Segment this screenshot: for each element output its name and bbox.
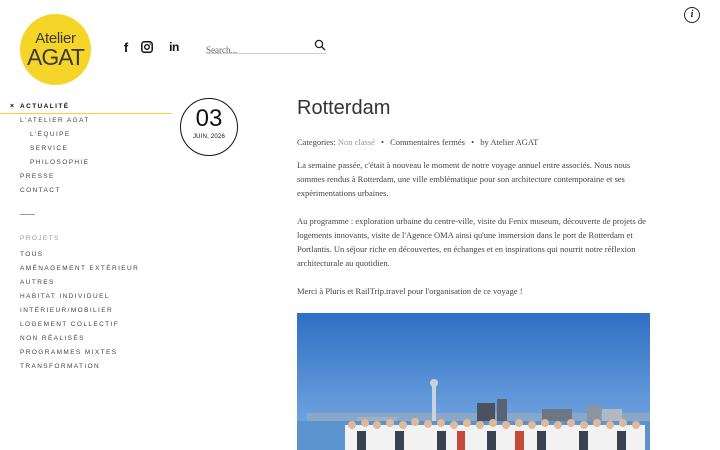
info-icon[interactable]: i bbox=[684, 7, 700, 23]
nav-item-actualite[interactable]: × Actualité bbox=[0, 100, 172, 114]
nav-item-label: Actualité bbox=[20, 103, 70, 110]
post-paragraph-2: Au programme : exploration urbaine du ce… bbox=[297, 216, 646, 268]
nav-divider bbox=[20, 214, 35, 215]
nav-item-service[interactable]: Service bbox=[0, 142, 172, 156]
search-icon[interactable] bbox=[314, 38, 326, 51]
project-filter-non-realises[interactable]: Non réalisés bbox=[0, 332, 172, 346]
project-filter-tous[interactable]: Tous bbox=[0, 248, 172, 262]
projects-heading: Projets bbox=[20, 235, 60, 242]
search-bar bbox=[206, 38, 326, 55]
meta-separator: • bbox=[381, 137, 385, 147]
active-marker-icon: × bbox=[10, 103, 16, 110]
linkedin-icon[interactable]: in bbox=[167, 40, 181, 54]
post-date-badge: 03 JUIN, 2026 bbox=[180, 98, 238, 156]
blog-post: Rotterdam Categories: Non classé • Comme… bbox=[297, 96, 651, 298]
atelier-agat-logo[interactable]: Atelier AGAT bbox=[20, 14, 91, 85]
project-filter-interieur[interactable]: Intérieur/mobilier bbox=[0, 304, 172, 318]
category-link[interactable]: Non classé bbox=[338, 137, 375, 147]
meta-separator: • bbox=[471, 137, 475, 147]
post-day: 03 bbox=[195, 105, 223, 132]
photo-illustration bbox=[297, 313, 650, 450]
post-photo-rotterdam-group bbox=[297, 313, 650, 450]
project-filter-logement[interactable]: Logement collectif bbox=[0, 318, 172, 332]
project-filter-transformation[interactable]: Transformation bbox=[0, 360, 172, 374]
categories-label: Categories: bbox=[297, 137, 336, 147]
nav-item-contact[interactable]: Contact bbox=[0, 184, 172, 198]
post-meta: Categories: Non classé • Commentaires fe… bbox=[297, 136, 651, 148]
nav-item-atelier[interactable]: L'atelier AGAT bbox=[0, 114, 172, 128]
project-filter-amenagement[interactable]: Aménagement extérieur bbox=[0, 262, 172, 276]
comments-status: Commentaires fermés bbox=[390, 137, 465, 147]
nav-item-equipe[interactable]: L'équipe bbox=[0, 128, 172, 142]
project-filter-programmes[interactable]: Programmes mixtes bbox=[0, 346, 172, 360]
post-month: JUIN, 2026 bbox=[192, 134, 225, 140]
nav-item-presse[interactable]: Presse bbox=[0, 170, 172, 184]
logo-line-2: AGAT bbox=[27, 44, 85, 70]
nav-item-philosophie[interactable]: Philosophie bbox=[0, 156, 172, 170]
post-paragraph-1: La semaine passée, c'était à nouveau le … bbox=[297, 160, 631, 198]
project-filter-autres[interactable]: Autres bbox=[0, 276, 172, 290]
search-input[interactable] bbox=[206, 45, 306, 55]
project-filter-habitat[interactable]: Habitat individuel bbox=[0, 290, 172, 304]
post-paragraph-3: Merci à Pluris et RailTrip.travel pour l… bbox=[297, 286, 523, 296]
post-author: by Atelier AGAT bbox=[480, 137, 539, 147]
sidebar-nav: × Actualité L'atelier AGAT L'équipe Serv… bbox=[0, 100, 172, 374]
instagram-icon[interactable] bbox=[140, 40, 154, 54]
post-title[interactable]: Rotterdam bbox=[297, 96, 651, 120]
facebook-icon[interactable]: f bbox=[119, 40, 133, 55]
